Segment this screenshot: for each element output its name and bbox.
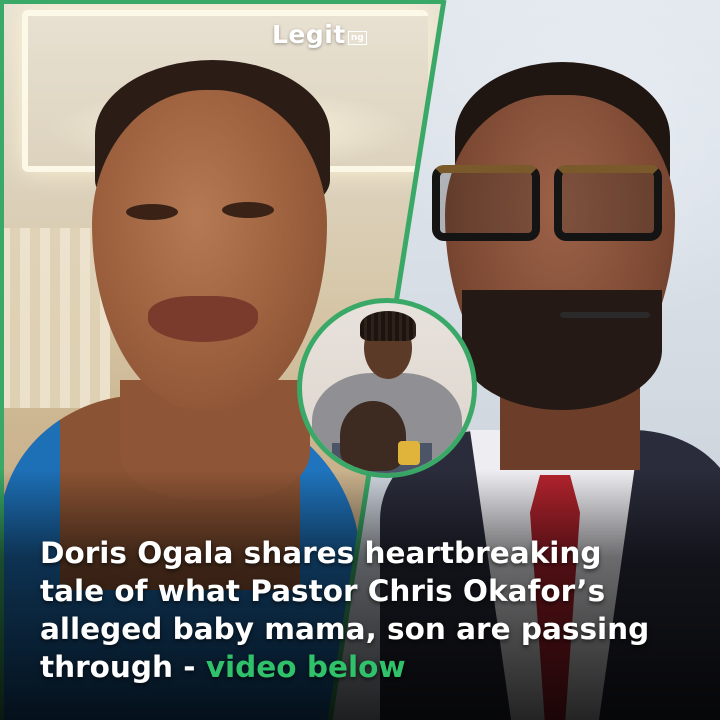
headline: Doris Ogala shares heartbreaking tale of…: [40, 534, 700, 686]
headline-line-1: Doris Ogala shares heartbreaking: [40, 536, 602, 570]
legit-logo: Legit ng: [272, 22, 367, 48]
inset-photo-mother-and-son: [297, 298, 477, 478]
logo-wordmark: Legit: [272, 20, 346, 49]
news-card[interactable]: Legit ng Doris Ogala shares heartbreakin…: [0, 0, 720, 720]
child-head: [340, 401, 406, 471]
headline-line-2: tale of what Pastor Chris Okafor’s: [40, 574, 606, 608]
logo-badge: ng: [347, 31, 367, 45]
child-shirt-print: [398, 441, 420, 465]
headline-line-3: alleged baby mama, son are passing: [40, 612, 650, 646]
headline-line-4-text: through -: [40, 650, 206, 684]
mother-braided-hair: [360, 311, 416, 341]
video-below-link[interactable]: video below: [206, 650, 406, 684]
headline-line-4: through - video below: [40, 648, 700, 686]
